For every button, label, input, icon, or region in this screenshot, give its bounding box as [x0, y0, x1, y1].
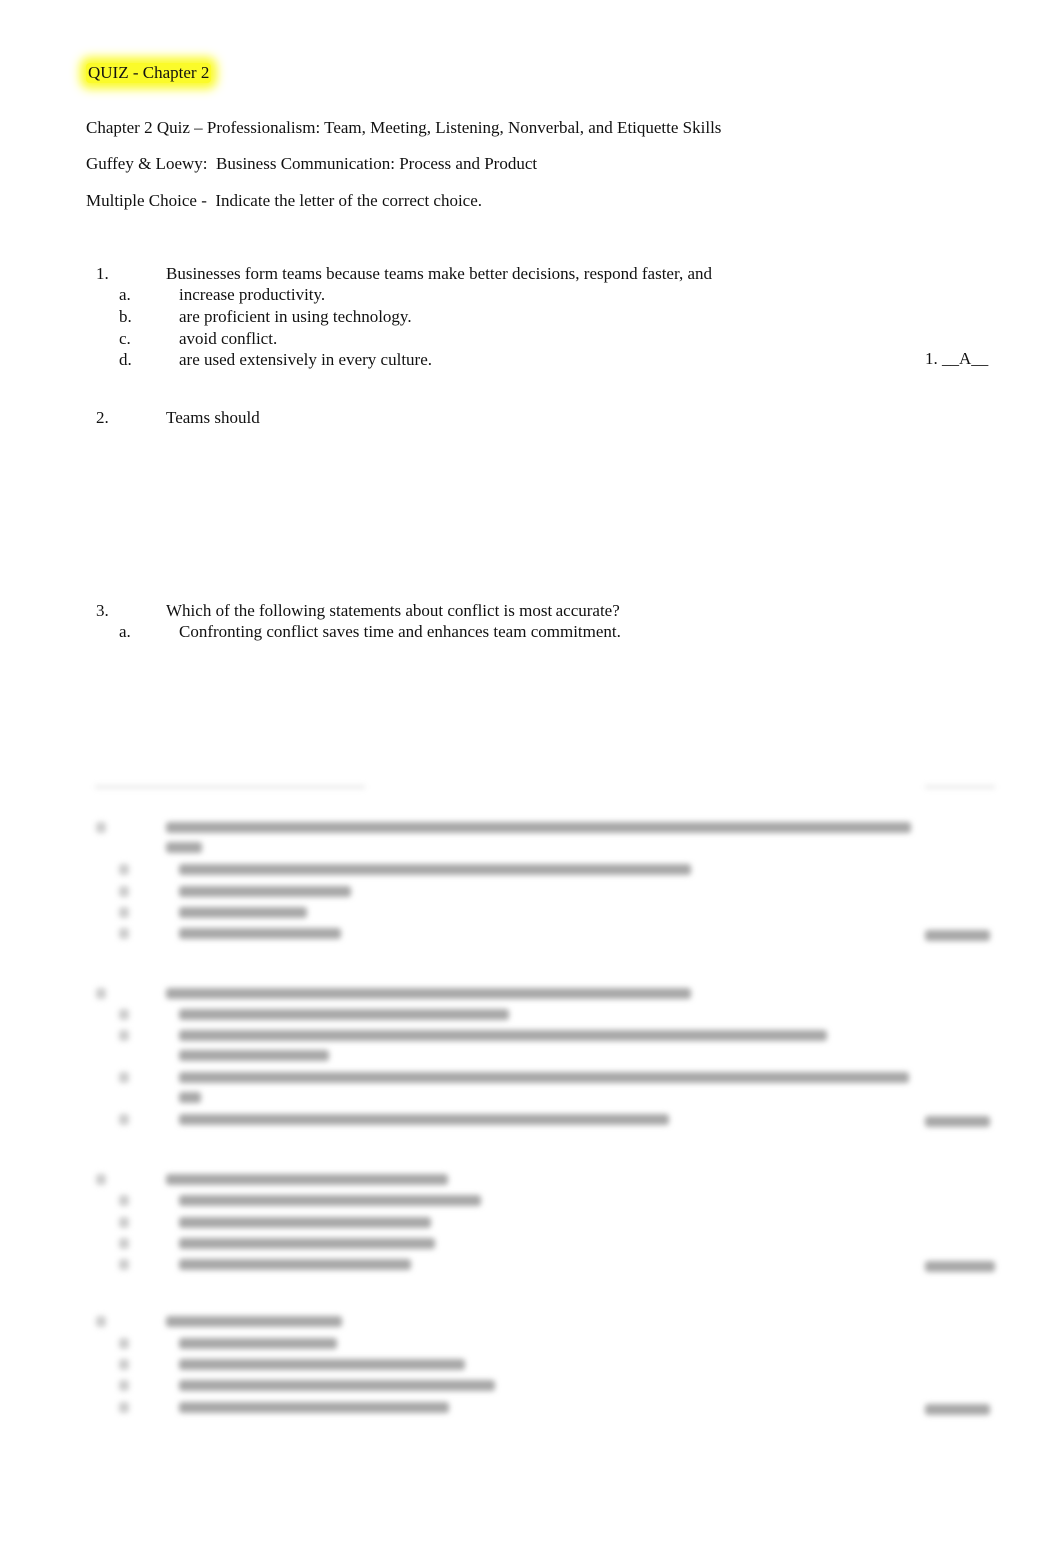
obscured-text-line [179, 907, 307, 918]
quiz-subtitle: Chapter 2 Quiz – Professionalism: Team, … [86, 118, 722, 137]
obscured-text-line [119, 1402, 129, 1413]
obscured-text-line [179, 886, 351, 897]
obscured-text-line [119, 1072, 129, 1083]
obscured-text-line [119, 1114, 129, 1125]
obscured-text-line [96, 1316, 106, 1327]
obscured-text-line [119, 928, 129, 939]
obscured-text-line [119, 1338, 129, 1349]
obscured-text-line [179, 1402, 449, 1413]
obscured-text-line [179, 1238, 435, 1249]
obscured-text-line [119, 1380, 129, 1391]
obscured-text-line [925, 1404, 990, 1415]
obscured-text-line [119, 907, 129, 918]
option-letter: b. [119, 307, 132, 326]
option-text: Confronting conflict saves time and enha… [179, 622, 621, 641]
obscured-text-line [179, 1050, 329, 1061]
question-text: Which of the following statements about … [166, 601, 620, 620]
obscured-text-line [925, 930, 990, 941]
obscured-text-line [179, 1338, 337, 1349]
obscured-text-line [179, 1380, 495, 1391]
option-letter: d. [119, 350, 132, 369]
obscured-text-line [179, 1195, 481, 1206]
obscured-text-line [119, 864, 129, 875]
option-text: increase productivity. [179, 285, 326, 304]
obscured-text-line [179, 1359, 465, 1370]
obscured-text-line [96, 822, 106, 833]
obscured-text-line [925, 1261, 995, 1272]
obscured-text-line [96, 988, 106, 999]
question-text: Businesses form teams because teams make… [166, 264, 712, 283]
obscured-text-line [179, 1030, 827, 1041]
obscured-text-line [179, 1217, 431, 1228]
textbook-reference: Guffey & Loewy: Business Communication: … [86, 154, 538, 173]
obscured-text-line [179, 864, 691, 875]
obscured-text-line [119, 1217, 129, 1228]
obscured-text-line [95, 786, 365, 788]
obscured-text-line [179, 1259, 411, 1270]
option-letter: a. [119, 285, 131, 304]
obscured-text-line [119, 1195, 129, 1206]
option-text: avoid conflict. [179, 329, 278, 348]
obscured-text-line [925, 786, 995, 788]
obscured-text-line [166, 842, 202, 853]
obscured-text-line [166, 822, 911, 833]
obscured-text-line [166, 988, 691, 999]
obscured-text-line [166, 1174, 448, 1185]
question-text: Teams should [166, 408, 260, 427]
obscured-text-line [179, 1114, 669, 1125]
obscured-text-line [179, 1072, 909, 1083]
obscured-text-line [179, 1092, 201, 1103]
obscured-text-line [166, 1316, 342, 1327]
obscured-text-line [119, 1009, 129, 1020]
option-text: are used extensively in every culture. [179, 350, 433, 369]
question-number: 3. [96, 601, 109, 620]
obscured-text-line [96, 1174, 106, 1185]
obscured-content [0, 780, 1062, 1440]
obscured-text-line [119, 1259, 129, 1270]
obscured-text-line [119, 1359, 129, 1370]
quiz-title: QUIZ - Chapter 2 [86, 63, 212, 83]
obscured-text-line [925, 1116, 990, 1127]
obscured-text-line [119, 886, 129, 897]
instructions: Multiple Choice - Indicate the letter of… [86, 191, 483, 210]
obscured-text-line [119, 1030, 129, 1041]
question-number: 2. [96, 408, 109, 427]
option-letter: a. [119, 622, 131, 641]
obscured-text-line [179, 928, 341, 939]
option-letter: c. [119, 329, 131, 348]
answer-blank: 1. __A__ [925, 349, 989, 368]
question-number: 1. [96, 264, 109, 283]
option-text: are proficient in using technology. [179, 307, 412, 326]
obscured-text-line [179, 1009, 509, 1020]
obscured-text-line [119, 1238, 129, 1249]
